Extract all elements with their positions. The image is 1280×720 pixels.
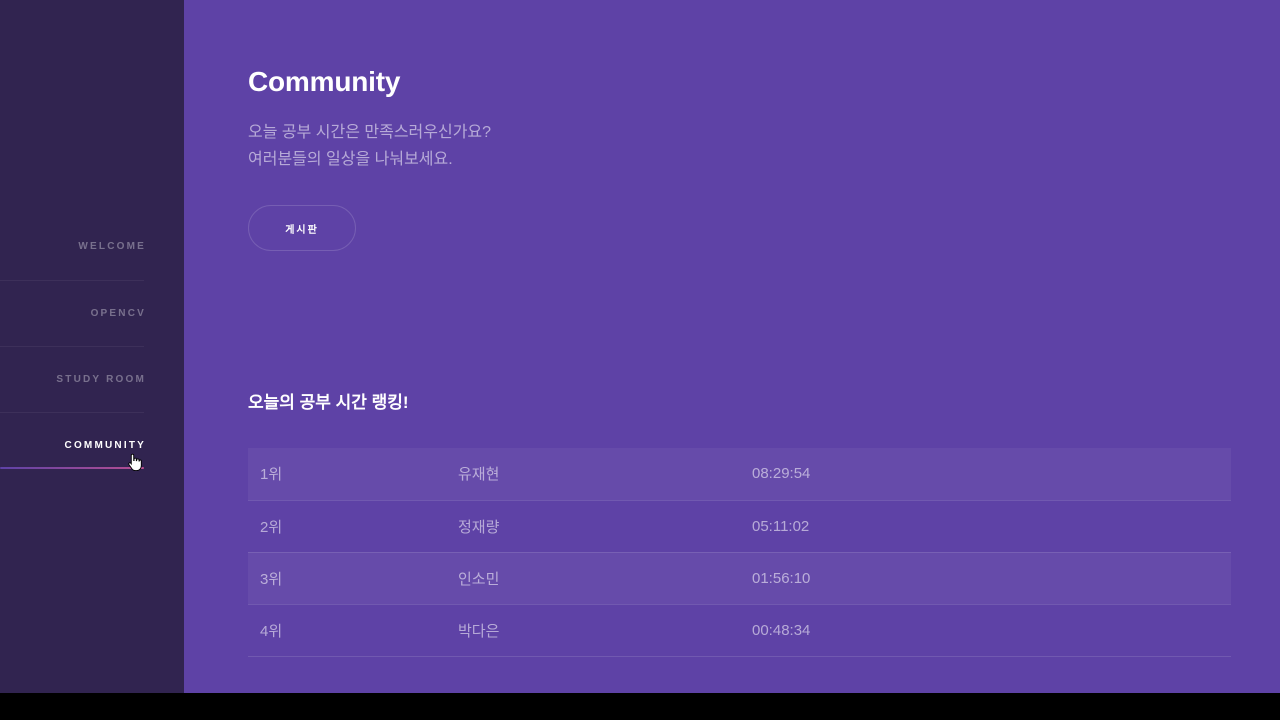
sidebar-item-opencv[interactable]: OPENCV [0,280,144,346]
sidebar-item-community[interactable]: COMMUNITY [0,412,144,478]
name-cell: 정재량 [458,518,500,536]
sidebar-item-study-room[interactable]: STUDY ROOM [0,346,144,412]
time-cell: 01:56:10 [752,569,811,587]
rank-cell: 2위 [260,518,283,536]
intro-line: 오늘 공부 시간은 만족스러우신가요? [248,124,492,141]
sidebar-item-label: OPENCV [90,308,146,319]
rank-cell: 1위 [260,466,283,484]
table-row: 4위 박다은 00:48:34 [248,604,1231,656]
time-cell: 00:48:34 [752,621,811,639]
main-content: Community 오늘 공부 시간은 만족스러우신가요? 여러분들의 일상을 … [184,0,1280,693]
sidebar-item-welcome[interactable]: WELCOME [0,214,144,280]
table-row: 2위 정재량 05:11:02 [248,500,1231,552]
name-cell: 박다은 [458,622,500,640]
page-title: Community [248,66,401,97]
active-nav-underline [0,467,144,469]
time-cell: 08:29:54 [752,465,811,483]
intro-text: 오늘 공부 시간은 만족스러우신가요? 여러분들의 일상을 나눠보세요. [248,119,491,173]
name-cell: 인소민 [458,570,500,588]
sidebar: WELCOME OPENCV STUDY ROOM COMMUNITY [0,0,184,693]
table-row: 3위 인소민 01:56:10 [248,552,1231,604]
ranking-title: 오늘의 공부 시간 랭킹! [248,393,409,412]
board-button[interactable]: 게시판 [248,205,356,251]
app-window: WELCOME OPENCV STUDY ROOM COMMUNITY Comm… [0,0,1280,693]
table-row: 1위 유재현 08:29:54 [248,448,1231,500]
name-cell: 유재현 [458,466,500,484]
intro-line: 여러분들의 일상을 나눠보세요. [248,151,453,168]
rank-cell: 4위 [260,622,283,640]
sidebar-item-label: WELCOME [78,241,146,252]
rank-cell: 3위 [260,570,283,588]
time-cell: 05:11:02 [752,517,810,535]
ranking-table: 1위 유재현 08:29:54 2위 정재량 05:11:02 3위 인소민 0… [248,448,1231,657]
sidebar-nav: WELCOME OPENCV STUDY ROOM COMMUNITY [0,214,144,478]
sidebar-item-label: STUDY ROOM [56,374,146,385]
hand-pointer-icon [128,453,142,471]
